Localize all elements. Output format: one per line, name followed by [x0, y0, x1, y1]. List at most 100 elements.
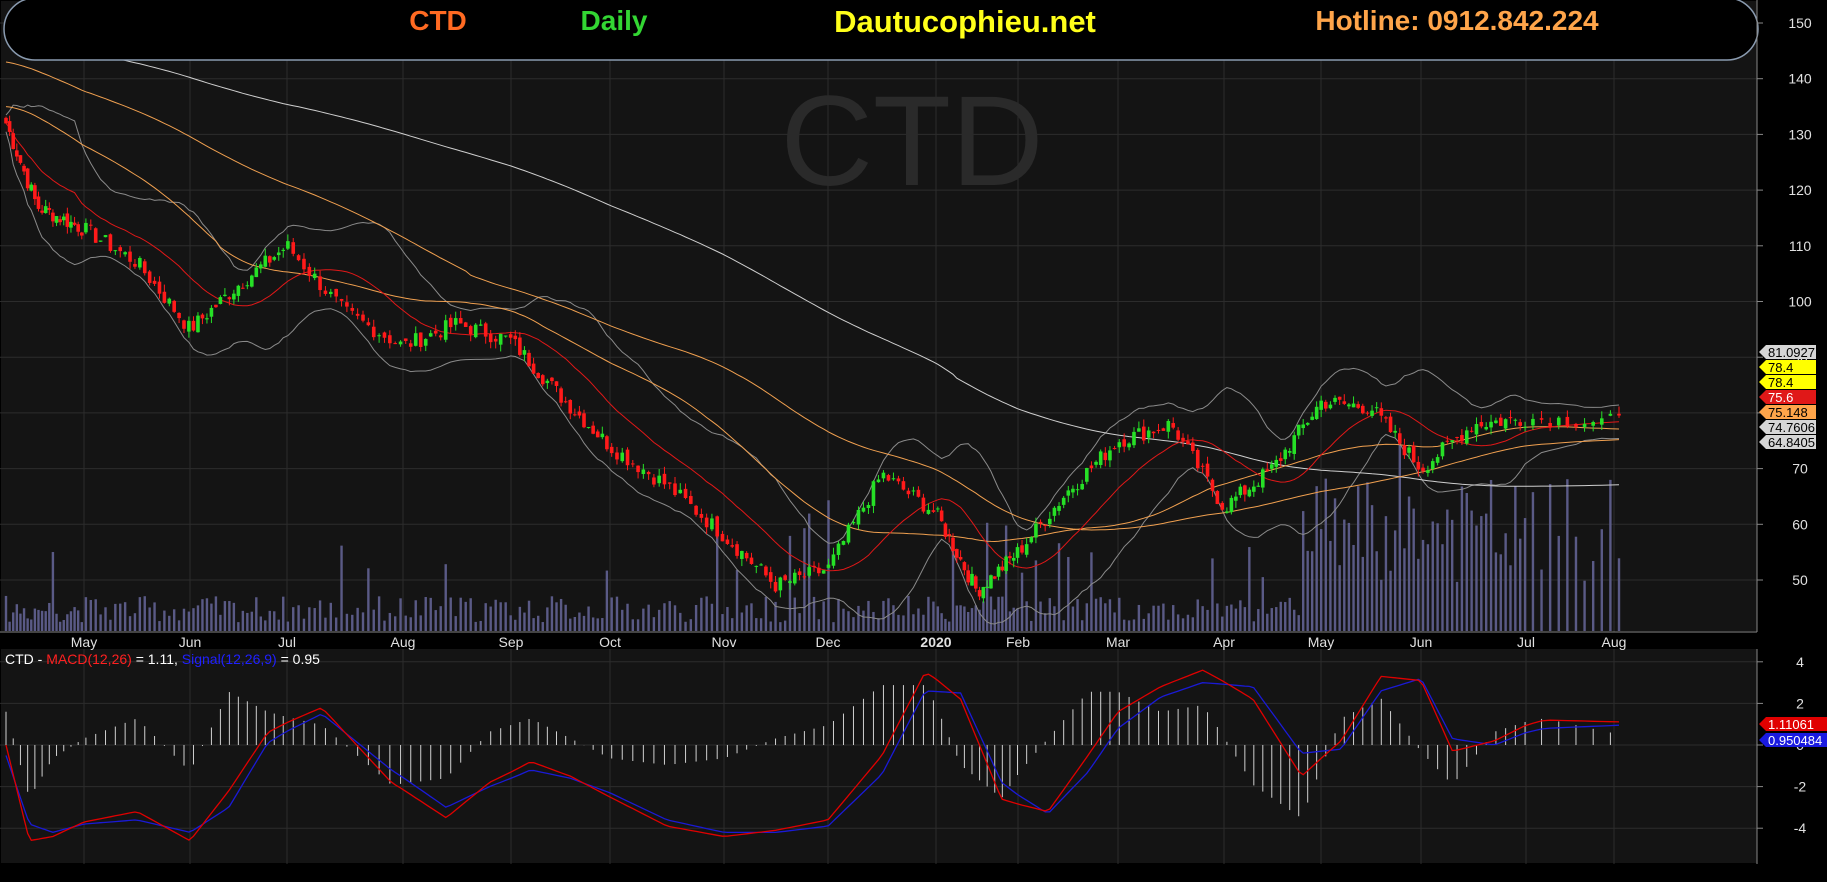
volume-bar — [948, 621, 951, 631]
macd-value-tag-signal: 0.950484 — [1759, 733, 1827, 748]
candle-body — [1469, 430, 1474, 432]
volume-bar — [153, 602, 156, 631]
candle-body — [605, 436, 609, 450]
volume-bar — [1499, 554, 1502, 631]
volume-bar — [1370, 505, 1374, 631]
volume-bar — [764, 596, 768, 631]
candle-body — [1489, 421, 1493, 428]
candle-body — [258, 264, 263, 269]
candle-body — [641, 469, 646, 475]
volume-bar — [464, 601, 467, 631]
volume-bar — [1225, 605, 1229, 631]
time-tick-label: Feb — [1006, 634, 1030, 650]
volume-bar — [985, 522, 989, 631]
candle-body — [172, 300, 176, 312]
volume-bar — [40, 610, 44, 631]
volume-bar — [1617, 558, 1621, 631]
candle-body — [1094, 461, 1098, 465]
volume-bar — [1504, 533, 1507, 631]
volume-bar — [119, 603, 122, 631]
volume-bar — [474, 621, 477, 631]
volume-bar — [1460, 486, 1464, 631]
candle-body — [1370, 410, 1374, 416]
candle-body — [1445, 440, 1450, 442]
volume-bar — [84, 597, 88, 631]
candle-body — [582, 413, 586, 428]
candle-body — [1374, 407, 1379, 409]
candle-body — [694, 505, 698, 515]
volume-bar — [837, 598, 840, 631]
time-tick-label: Oct — [599, 634, 621, 650]
candle-body — [84, 222, 88, 233]
candle-body — [1460, 435, 1464, 442]
candle-body — [1166, 421, 1171, 432]
volume-bar — [89, 599, 93, 631]
time-tick-label: Jul — [1517, 634, 1535, 650]
candle-body — [276, 252, 281, 256]
candle-body — [43, 206, 48, 214]
volume-bar — [449, 597, 452, 631]
candle-body — [1356, 404, 1360, 408]
candle-body — [1498, 417, 1503, 426]
candle-body — [704, 517, 709, 528]
candle-body — [1319, 400, 1323, 410]
candle-body — [493, 338, 498, 342]
candle-body — [453, 318, 458, 325]
candle-body — [205, 318, 209, 320]
candle-body — [1494, 420, 1498, 424]
candle-body — [996, 566, 1001, 577]
volume-bar — [1540, 569, 1543, 631]
candle-body — [636, 465, 640, 473]
candle-body — [1265, 469, 1270, 471]
volume-bar — [1333, 498, 1337, 631]
candle-body — [1360, 405, 1365, 414]
price-tick-label: 50 — [1792, 572, 1808, 588]
volume-bar — [340, 545, 343, 631]
volume-bar — [523, 612, 526, 631]
candle-body — [483, 323, 488, 337]
volume-bar — [652, 617, 656, 631]
volume-bar — [626, 603, 629, 631]
candle-body — [545, 380, 550, 384]
volume-bar — [1329, 540, 1332, 631]
candle-body — [61, 216, 66, 221]
volume-bar — [509, 615, 512, 631]
value-tag-label: 75.148 — [1768, 405, 1808, 420]
candle-body — [366, 322, 371, 326]
candle-body — [182, 320, 186, 329]
volume-bar — [383, 620, 386, 631]
candle-body — [1548, 422, 1552, 428]
candle-body — [339, 298, 344, 301]
volume-bar — [143, 596, 146, 631]
volume-bar — [1519, 538, 1522, 631]
candle-body — [345, 302, 349, 307]
candle-body — [1151, 431, 1156, 434]
value-tag-ma-orange: 75.148 — [1759, 405, 1816, 420]
volume-bar — [1494, 552, 1498, 631]
volume-bar — [564, 604, 567, 631]
candle-body — [214, 304, 218, 308]
candle-body — [527, 352, 531, 367]
candle-body — [657, 475, 661, 484]
volume-bar — [302, 618, 306, 631]
volume-bar — [997, 596, 1000, 631]
candle-body — [393, 343, 398, 345]
volume-bar — [974, 605, 977, 631]
candle-body — [108, 234, 113, 251]
volume-bar — [694, 605, 698, 631]
candle-body — [40, 210, 44, 213]
volume-bar — [569, 618, 572, 631]
volume-bar — [163, 610, 166, 631]
candle-body — [1161, 428, 1166, 431]
volume-bar — [459, 597, 462, 631]
volume-bar — [578, 612, 581, 631]
value-tag-label: 75.6 — [1768, 390, 1793, 405]
candle-body — [1029, 537, 1034, 543]
volume-bar — [959, 605, 962, 631]
candle-body — [187, 320, 191, 332]
volume-bar — [1574, 536, 1578, 631]
candle-body — [1574, 423, 1578, 428]
volume-bar — [26, 618, 29, 631]
volume-bar — [1257, 609, 1260, 631]
candle-body — [730, 545, 735, 547]
